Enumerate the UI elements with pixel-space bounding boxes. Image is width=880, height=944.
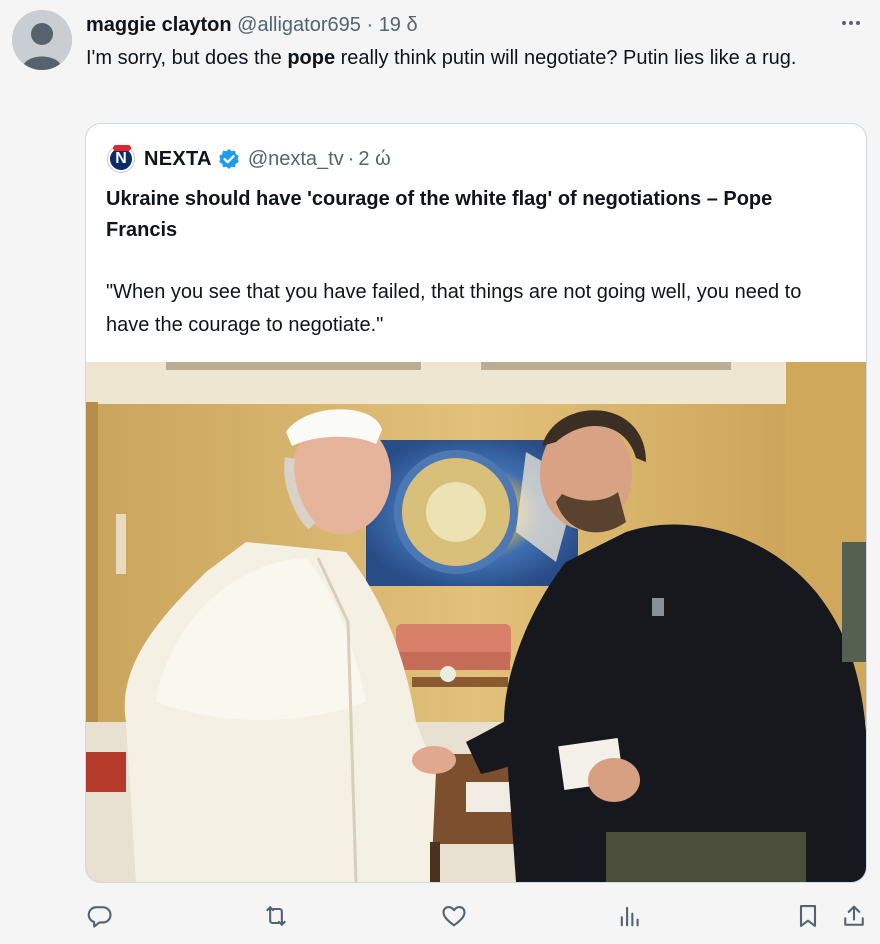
verified-badge-icon [219, 149, 239, 169]
quoted-author-handle[interactable]: @nexta_tv [248, 148, 344, 171]
tweet-text-part: really think putin will negotiate? Putin… [335, 47, 797, 69]
user-avatar[interactable] [12, 10, 72, 70]
retweet-button[interactable] [262, 902, 290, 930]
tweet-text-bold: pope [287, 47, 336, 69]
quoted-photo[interactable] [86, 362, 866, 882]
tweet-header: maggie clayton @alligator695 · 19 δ [86, 12, 418, 38]
default-avatar-icon [12, 10, 72, 70]
reply-button[interactable] [86, 902, 114, 930]
share-button[interactable] [840, 902, 868, 930]
quoted-tweet-header: N NEXTA @nexta_tv · 2 ώ [108, 144, 391, 174]
share-icon [844, 905, 864, 926]
photo-illustration [86, 362, 866, 882]
tweet-timestamp[interactable]: 19 δ [379, 14, 418, 36]
tweet-text-part: I'm sorry, but does the [86, 47, 288, 69]
author-name[interactable]: maggie clayton [86, 14, 232, 36]
bookmark-icon [799, 905, 817, 927]
nexta-logo-icon[interactable]: N [108, 145, 134, 172]
more-horizontal-icon [842, 21, 846, 25]
author-handle[interactable]: @alligator695 [237, 14, 361, 36]
tweet-action-bar [0, 896, 880, 936]
retweet-icon [266, 906, 286, 926]
quoted-author-name[interactable]: NEXTA [144, 148, 212, 171]
more-options-button[interactable] [836, 10, 866, 36]
views-button[interactable] [616, 902, 644, 930]
bookmark-button[interactable] [794, 902, 822, 930]
quoted-body-text: "When you see that you have failed, that… [106, 281, 802, 336]
quoted-headline: Ukraine should have 'courage of the whit… [106, 188, 773, 241]
quoted-timestamp[interactable]: 2 ώ [358, 148, 390, 171]
quoted-tweet-card[interactable]: N NEXTA @nexta_tv · 2 ώ Ukraine should h… [85, 123, 867, 883]
logo-letter: N [115, 150, 127, 167]
reply-icon [87, 906, 112, 928]
views-icon [620, 906, 639, 927]
like-icon [442, 905, 466, 927]
separator-dot: · [366, 14, 374, 36]
tweet-text: I'm sorry, but does the pope really thin… [86, 42, 866, 74]
separator-dot: · [347, 147, 355, 170]
like-button[interactable] [440, 902, 468, 930]
